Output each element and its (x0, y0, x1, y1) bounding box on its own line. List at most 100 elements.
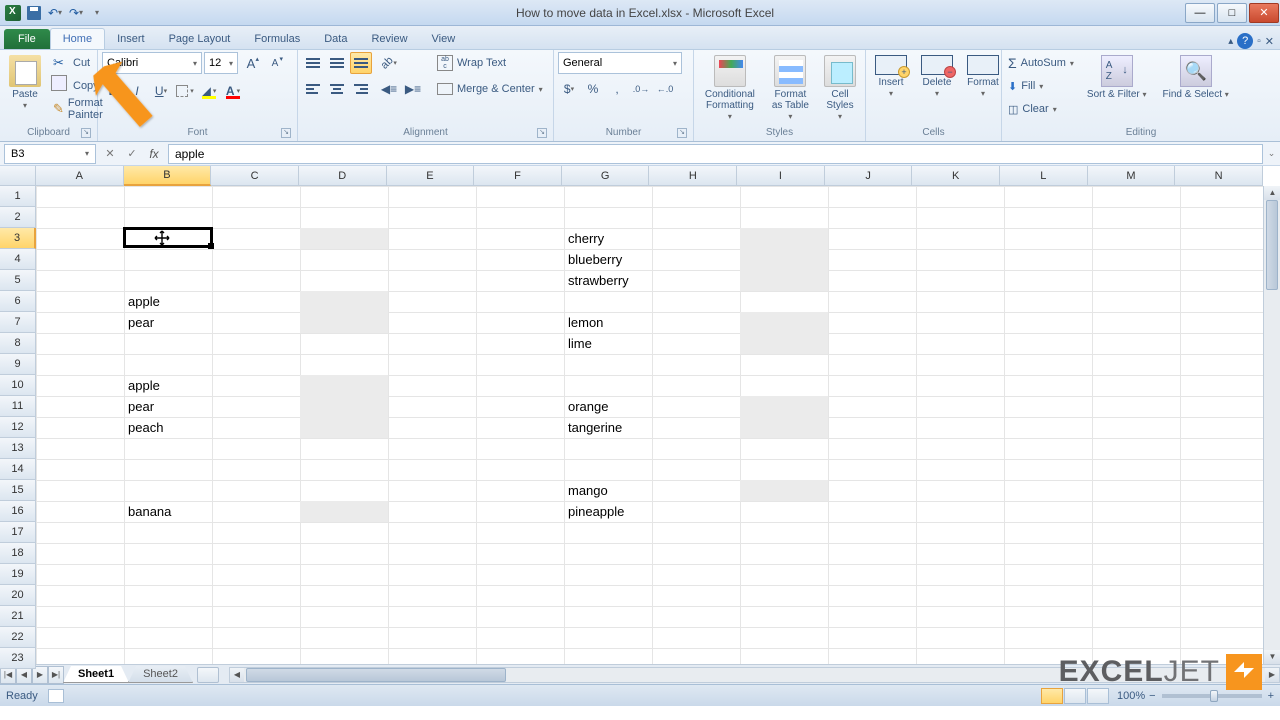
maximize-button[interactable]: □ (1217, 3, 1247, 23)
align-right-button[interactable] (350, 78, 372, 100)
zoom-out-button[interactable]: − (1149, 690, 1155, 702)
delete-cells-button[interactable]: −Delete▾ (916, 52, 958, 102)
column-header[interactable]: B (124, 166, 212, 186)
number-launcher[interactable]: ↘ (677, 128, 687, 138)
shaded-cell[interactable] (300, 291, 388, 333)
shaded-cell[interactable] (740, 480, 828, 501)
align-middle-button[interactable] (326, 52, 348, 74)
zoom-level[interactable]: 100% (1117, 690, 1145, 702)
scroll-down-button[interactable]: ▼ (1264, 650, 1280, 664)
shaded-cell[interactable] (300, 501, 388, 522)
autosum-button[interactable]: ΣAutoSum▾ (1006, 52, 1076, 74)
decrease-decimal-button[interactable]: ←.0 (654, 78, 676, 100)
alignment-launcher[interactable]: ↘ (537, 128, 547, 138)
tab-insert[interactable]: Insert (105, 29, 157, 49)
font-size-select[interactable]: 12▾ (204, 52, 238, 74)
cell[interactable]: apple (124, 375, 212, 396)
fill-button[interactable]: ⬇Fill▾ (1006, 75, 1076, 97)
shaded-cell[interactable] (300, 228, 388, 249)
cell[interactable]: pear (124, 312, 212, 333)
expand-formula-bar[interactable]: ⌄ (1263, 148, 1280, 159)
column-header[interactable]: N (1175, 166, 1263, 186)
row-header[interactable]: 7 (0, 312, 36, 333)
restore-window-icon[interactable]: ▫ (1257, 36, 1261, 47)
number-format-select[interactable]: General▾ (558, 52, 682, 74)
cancel-formula-button[interactable]: ✕ (100, 144, 120, 164)
shrink-font-button[interactable]: A▾ (264, 52, 286, 74)
qat-customize[interactable]: ▾ (88, 4, 106, 22)
cell[interactable]: lemon (564, 312, 652, 333)
shaded-cell[interactable] (740, 228, 828, 291)
close-button[interactable]: ✕ (1249, 3, 1279, 23)
row-header[interactable]: 11 (0, 396, 36, 417)
column-header[interactable]: I (737, 166, 825, 186)
macro-record-icon[interactable] (48, 689, 64, 703)
align-left-button[interactable] (302, 78, 324, 100)
tab-data[interactable]: Data (312, 29, 359, 49)
enter-formula-button[interactable]: ✓ (122, 144, 142, 164)
row-header[interactable]: 2 (0, 207, 36, 228)
column-header[interactable]: A (36, 166, 124, 186)
tab-view[interactable]: View (420, 29, 468, 49)
align-bottom-button[interactable] (350, 52, 372, 74)
tab-review[interactable]: Review (359, 29, 419, 49)
row-header[interactable]: 17 (0, 522, 36, 543)
cell[interactable]: apple (124, 291, 212, 312)
new-sheet-button[interactable] (197, 667, 219, 683)
format-cells-button[interactable]: Format▾ (962, 52, 1004, 102)
grow-font-button[interactable]: A▴ (240, 52, 262, 74)
fx-icon[interactable]: fx (144, 144, 164, 164)
tab-formulas[interactable]: Formulas (242, 29, 312, 49)
percent-format-button[interactable]: % (582, 78, 604, 100)
insert-cells-button[interactable]: +Insert▾ (870, 52, 912, 102)
cell[interactable]: pineapple (564, 501, 652, 522)
row-header[interactable]: 15 (0, 480, 36, 501)
fill-color-button[interactable]: ◢▾ (198, 80, 220, 102)
sort-filter-button[interactable]: AZ↓Sort & Filter ▾ (1082, 52, 1152, 103)
column-header[interactable]: L (1000, 166, 1088, 186)
row-header[interactable]: 18 (0, 543, 36, 564)
decrease-indent-button[interactable]: ◀≡ (378, 78, 400, 100)
column-header[interactable]: F (474, 166, 562, 186)
cell[interactable]: banana (124, 501, 212, 522)
comma-format-button[interactable]: , (606, 78, 628, 100)
formula-input[interactable]: apple (168, 144, 1263, 164)
hscroll-thumb[interactable] (246, 668, 506, 682)
row-header[interactable]: 5 (0, 270, 36, 291)
cell[interactable]: pear (124, 396, 212, 417)
format-as-table-button[interactable]: Format as Table ▾ (766, 52, 815, 125)
row-header[interactable]: 23 (0, 648, 36, 669)
column-header[interactable]: G (562, 166, 650, 186)
cell[interactable]: mango (564, 480, 652, 501)
minimize-button[interactable]: — (1185, 3, 1215, 23)
close-workbook-icon[interactable]: ✕ (1265, 35, 1274, 48)
row-header[interactable]: 6 (0, 291, 36, 312)
find-select-button[interactable]: 🔍Find & Select ▾ (1158, 52, 1234, 103)
scroll-up-button[interactable]: ▲ (1264, 186, 1280, 200)
cell[interactable]: blueberry (564, 249, 652, 270)
font-launcher[interactable]: ↘ (281, 128, 291, 138)
borders-button[interactable]: ▾ (174, 80, 196, 102)
paste-button[interactable]: Paste▾ (4, 52, 46, 114)
row-header[interactable]: 1 (0, 186, 36, 207)
column-header[interactable]: D (299, 166, 387, 186)
active-cell-border[interactable] (123, 227, 213, 248)
increase-indent-button[interactable]: ▶≡ (402, 78, 424, 100)
vertical-scrollbar[interactable]: ▲ ▼ (1263, 186, 1280, 664)
cell[interactable]: strawberry (564, 270, 652, 291)
scroll-left-button[interactable]: ◀ (230, 668, 244, 682)
bold-button[interactable]: B (102, 80, 124, 102)
column-header[interactable]: M (1088, 166, 1176, 186)
font-name-select[interactable]: Calibri▾ (102, 52, 202, 74)
merge-center-button[interactable]: Merge & Center▾ (432, 78, 548, 100)
shaded-cell[interactable] (300, 375, 388, 438)
cell[interactable]: tangerine (564, 417, 652, 438)
conditional-formatting-button[interactable]: Conditional Formatting ▾ (698, 52, 762, 125)
align-center-button[interactable] (326, 78, 348, 100)
sheet-tab-2[interactable]: Sheet2 (128, 666, 193, 683)
shaded-cell[interactable] (740, 396, 828, 438)
column-header[interactable]: E (387, 166, 475, 186)
italic-button[interactable]: I (126, 80, 148, 102)
scroll-thumb[interactable] (1266, 200, 1278, 290)
tab-file[interactable]: File (4, 29, 50, 49)
